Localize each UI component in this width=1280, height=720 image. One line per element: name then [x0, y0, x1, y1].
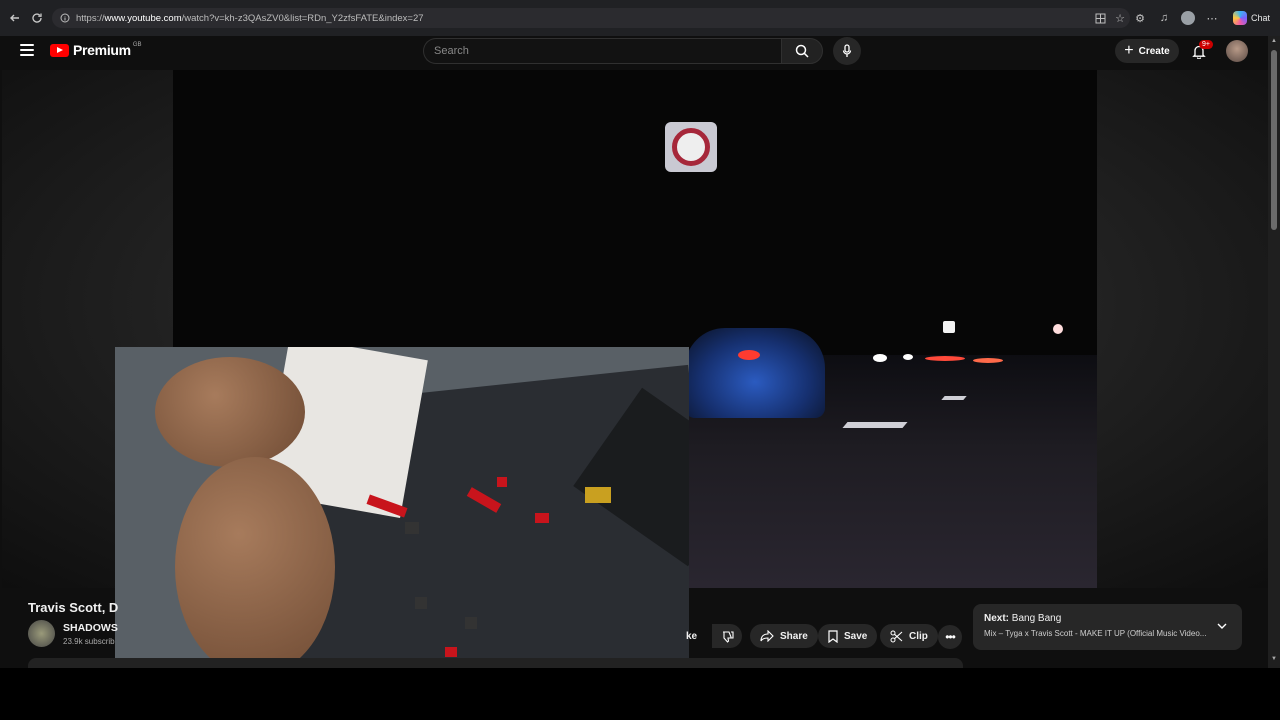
site-info-icon[interactable] — [60, 13, 70, 23]
share-label: Share — [780, 630, 808, 642]
lego-piece — [465, 617, 477, 629]
masthead: Premium GB Search + Create 9+ — [0, 36, 1268, 66]
youtube-premium-logo[interactable]: Premium GB — [50, 42, 141, 58]
back-icon[interactable] — [4, 7, 26, 29]
more-horiz-icon: ••• — [945, 630, 956, 644]
scroll-thumb[interactable] — [1271, 50, 1277, 230]
browser-toolbar: https://www.youtube.com/watch?v=kh-z3QAs… — [0, 0, 1280, 36]
up-next-card[interactable]: Next: Bang Bang Mix – Tyga x Travis Scot… — [973, 604, 1242, 650]
clip-label: Clip — [909, 630, 928, 642]
lane-marking — [842, 422, 908, 428]
more-actions-button[interactable]: ••• — [938, 625, 962, 649]
search-button[interactable] — [781, 38, 823, 64]
address-bar[interactable]: https://www.youtube.com/watch?v=kh-z3QAs… — [52, 8, 1130, 28]
lane-marking — [941, 396, 967, 400]
microphone-icon — [842, 44, 852, 57]
apps-icon[interactable] — [1093, 11, 1107, 25]
notification-badge: 9+ — [1199, 40, 1213, 49]
search-placeholder: Search — [434, 45, 469, 57]
chat-label: Chat — [1251, 13, 1271, 23]
favorite-star-icon[interactable]: ☆ — [1113, 11, 1127, 25]
voice-search-button[interactable] — [833, 37, 861, 65]
bookmark-icon — [828, 629, 838, 643]
copilot-icon — [1233, 11, 1247, 25]
scroll-up-icon[interactable]: ▲ — [1271, 38, 1277, 44]
country-code: GB — [132, 42, 142, 48]
lego-piece — [415, 597, 427, 609]
video-title: Travis Scott, D — [28, 600, 119, 615]
account-avatar[interactable] — [1226, 40, 1248, 62]
up-next-subtitle: Mix – Tyga x Travis Scott - MAKE IT UP (… — [984, 629, 1206, 638]
plus-icon: + — [1124, 42, 1134, 59]
clip-button[interactable]: Clip — [880, 624, 938, 648]
share-icon — [760, 630, 774, 642]
subscriber-count: 23.9k subscrib — [63, 637, 115, 646]
youtube-play-icon — [50, 43, 69, 57]
headlight — [903, 354, 913, 360]
browser-tools: ☆ ⚙ ♫ ⋯ Chat — [1095, 8, 1270, 28]
tail-light — [925, 356, 965, 361]
tail-light — [973, 358, 1003, 363]
save-label: Save — [844, 630, 868, 642]
picture-in-picture-overlay[interactable] — [115, 347, 689, 668]
channel-name[interactable]: SHADOWS — [63, 622, 118, 634]
lego-piece — [445, 647, 457, 657]
browser-profile-icon[interactable] — [1181, 11, 1195, 25]
logo-text: Premium — [73, 42, 131, 58]
distant-light — [1053, 324, 1063, 334]
lego-piece — [405, 522, 419, 534]
extensions-icon[interactable]: ⚙ — [1133, 11, 1147, 25]
scissors-icon — [890, 630, 903, 642]
scroll-down-icon[interactable]: ▼ — [1271, 656, 1277, 662]
collections-icon[interactable]: ♫ — [1157, 11, 1171, 25]
more-menu-icon[interactable]: ⋯ — [1205, 11, 1219, 25]
menu-icon[interactable] — [20, 44, 34, 56]
search-input[interactable]: Search — [423, 38, 781, 64]
url-text: https://www.youtube.com/watch?v=kh-z3QAs… — [76, 12, 424, 24]
search-icon — [795, 44, 809, 58]
page-scrollbar[interactable]: ▲ ▼ — [1268, 36, 1280, 668]
share-button[interactable]: Share — [750, 624, 818, 648]
like-button[interactable]: ke — [686, 624, 697, 648]
channel-avatar[interactable] — [28, 620, 55, 647]
dislike-button[interactable] — [712, 624, 742, 648]
hand — [175, 457, 335, 668]
create-button[interactable]: + Create — [1115, 39, 1179, 63]
hand — [155, 357, 305, 467]
lego-piece — [535, 513, 549, 523]
lego-piece — [585, 487, 611, 503]
save-button[interactable]: Save — [818, 624, 878, 648]
speed-sign — [665, 122, 717, 172]
bottom-bar — [0, 668, 1280, 720]
up-next-heading: Next: Bang Bang — [984, 613, 1062, 624]
chevron-down-icon[interactable] — [1214, 618, 1230, 634]
youtube-page: Premium GB Search + Create 9+ ▲ ▼ Travis… — [0, 36, 1280, 668]
blue-car — [685, 328, 825, 418]
thumbs-down-icon — [722, 630, 734, 643]
headlight — [873, 354, 887, 362]
description-box[interactable] — [28, 658, 963, 668]
distant-light — [943, 321, 955, 333]
tail-light — [738, 350, 760, 360]
lego-piece — [497, 477, 507, 487]
create-label: Create — [1138, 45, 1170, 57]
reload-icon[interactable] — [26, 7, 48, 29]
copilot-chat-button[interactable]: Chat — [1233, 11, 1270, 25]
like-label: ke — [686, 630, 698, 642]
